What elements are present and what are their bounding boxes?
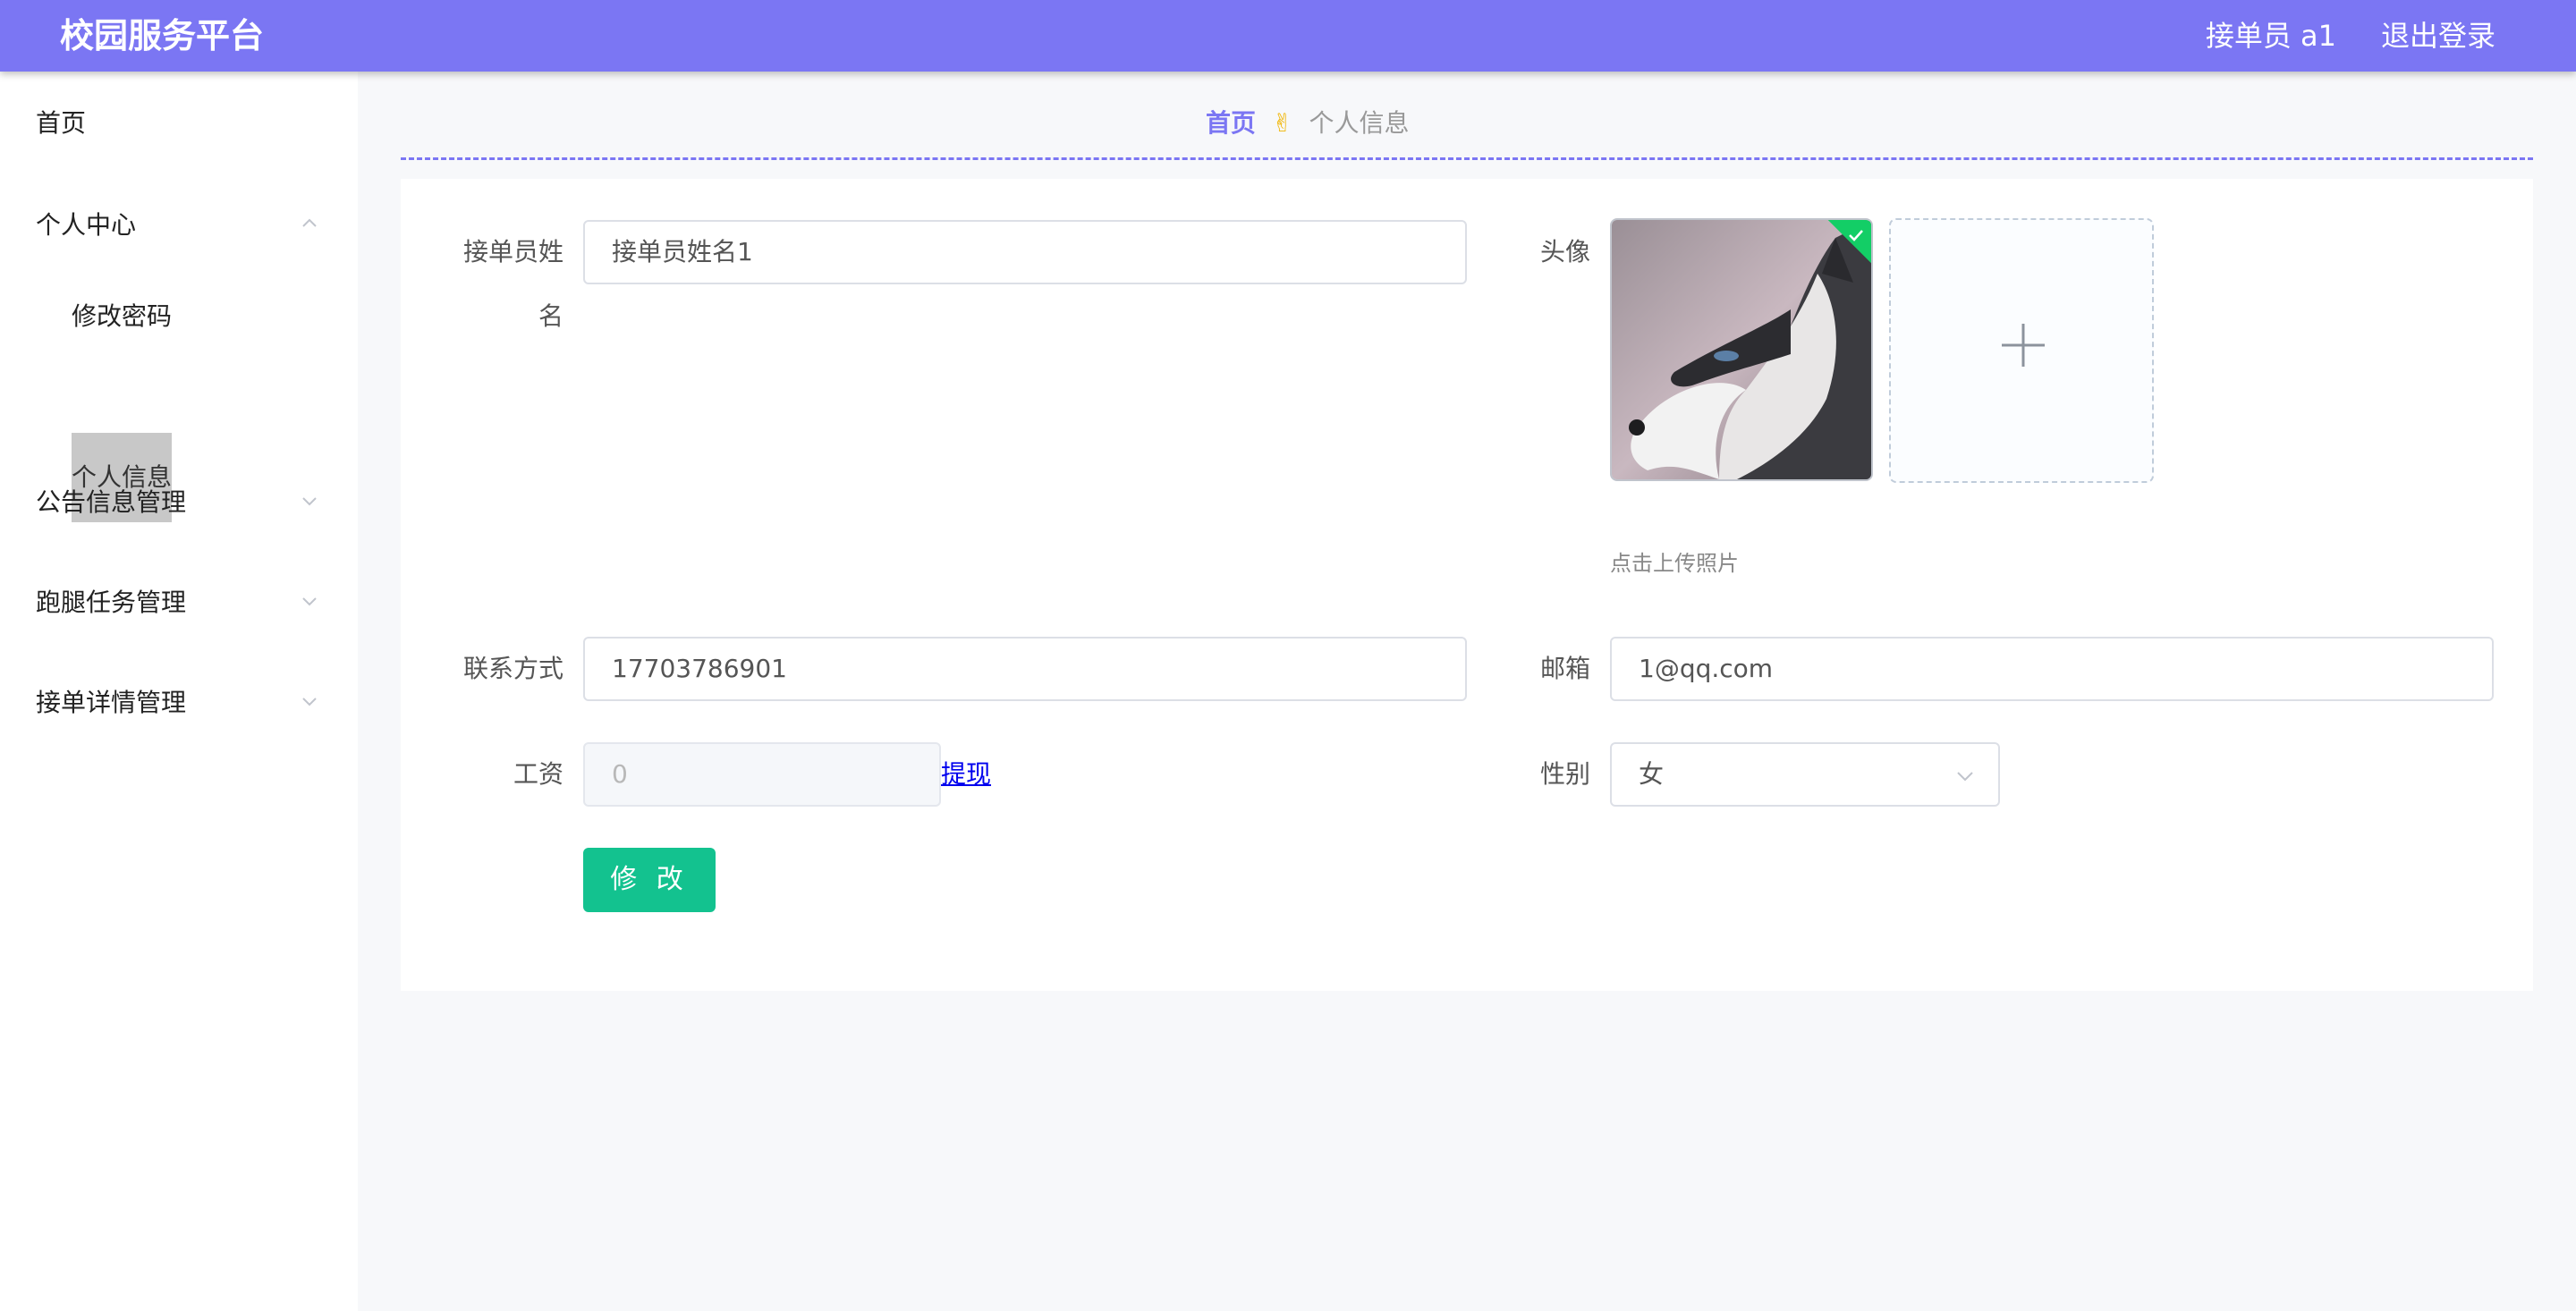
chevron-down-icon xyxy=(301,592,318,610)
breadcrumb-divider xyxy=(401,157,2533,160)
upload-tip: 点击上传照片 xyxy=(1610,551,1739,576)
avatar-label: 头像 xyxy=(1539,237,1590,266)
sidebar-item-personal-center[interactable]: 个人中心 xyxy=(36,207,136,243)
withdraw-link[interactable]: 提现 xyxy=(941,757,991,792)
name-label: 接单员姓 xyxy=(462,237,564,266)
sidebar-item-errand-manage[interactable]: 跑腿任务管理 xyxy=(36,585,186,621)
email-input[interactable]: 1@qq.com xyxy=(1610,637,2494,701)
sidebar: 首页 个人中心 修改密码 个人信息 公告信息管理 跑腿任务管理 接单详情管理 xyxy=(0,72,358,1311)
contact-input[interactable]: 17703786901 xyxy=(583,637,1467,701)
logout-button[interactable]: 退出登录 xyxy=(2381,18,2496,54)
sidebar-item-change-password[interactable]: 修改密码 xyxy=(72,299,172,334)
app-title: 校园服务平台 xyxy=(60,16,265,55)
victory-hand-icon: ✌ xyxy=(1272,108,1293,138)
top-header: 校园服务平台 接单员 a1 退出登录 xyxy=(0,0,2576,72)
gender-select-value: 女 xyxy=(1639,759,1665,789)
husky-image xyxy=(1612,220,1871,479)
name-label-wrap: 名 xyxy=(538,301,564,331)
contact-label: 联系方式 xyxy=(462,654,564,683)
check-icon xyxy=(1849,230,1863,241)
chevron-up-icon xyxy=(301,215,318,233)
salary-label: 工资 xyxy=(513,759,564,789)
chevron-down-icon xyxy=(1957,772,1973,782)
name-input[interactable]: 接单员姓名1 xyxy=(583,220,1467,284)
gender-select[interactable]: 女 xyxy=(1610,742,2000,807)
gender-label: 性别 xyxy=(1539,759,1590,789)
email-label: 邮箱 xyxy=(1539,654,1590,683)
avatar-preview[interactable] xyxy=(1610,218,1873,481)
salary-input: 0 xyxy=(583,742,941,807)
breadcrumb-home[interactable]: 首页 xyxy=(1206,108,1256,138)
chevron-down-icon xyxy=(301,492,318,510)
breadcrumb: 首页 ✌ 个人信息 xyxy=(1206,106,1410,141)
plus-icon xyxy=(2002,324,2045,367)
sidebar-item-order-detail-manage[interactable]: 接单详情管理 xyxy=(36,685,186,721)
submit-button[interactable]: 修 改 xyxy=(583,848,716,912)
form-card xyxy=(401,179,2533,991)
upload-button[interactable] xyxy=(1889,218,2154,483)
breadcrumb-current: 个人信息 xyxy=(1309,108,1410,138)
current-user: 接单员 a1 xyxy=(2205,19,2336,53)
sidebar-item-notice-manage[interactable]: 公告信息管理 xyxy=(36,485,186,520)
chevron-down-icon xyxy=(301,692,318,710)
sidebar-item-home[interactable]: 首页 xyxy=(36,106,86,141)
